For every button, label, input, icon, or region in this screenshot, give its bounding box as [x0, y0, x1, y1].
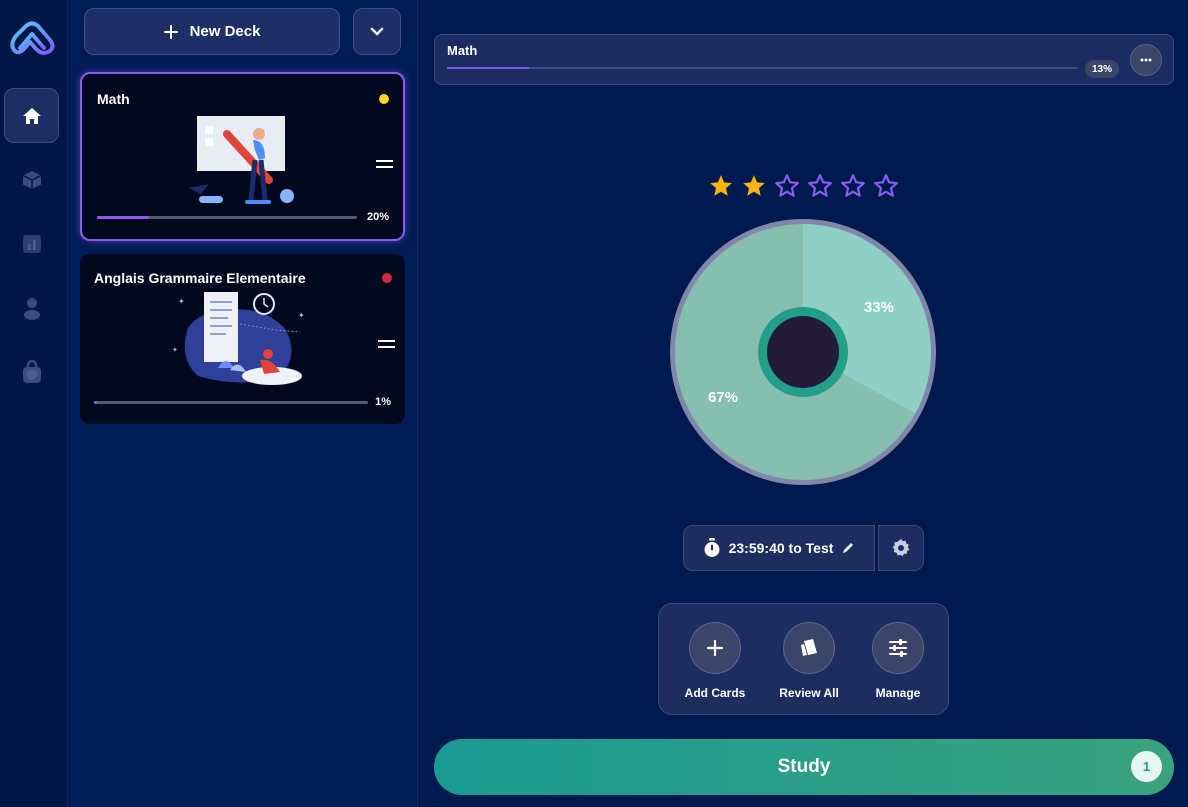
nav-home-button[interactable] — [4, 88, 59, 143]
deck-title: Anglais Grammaire Elementaire — [94, 270, 306, 286]
pencil-icon[interactable] — [841, 541, 855, 555]
deck-progress-label: 20% — [366, 211, 389, 223]
star-rating[interactable] — [708, 173, 899, 199]
cards-icon — [801, 639, 817, 656]
star-empty-icon[interactable] — [807, 173, 833, 199]
nav-stats-button[interactable] — [4, 216, 59, 271]
manage-button[interactable]: Manage — [858, 622, 938, 700]
drag-handle-icon[interactable] — [376, 160, 393, 168]
nav-rail — [0, 0, 68, 807]
new-deck-label: New Deck — [189, 23, 261, 40]
svg-text:✦: ✦ — [178, 297, 185, 306]
plus-icon — [707, 640, 723, 656]
cube-icon — [22, 170, 41, 189]
star-filled-icon[interactable] — [708, 173, 734, 199]
review-all-label: Review All — [779, 686, 839, 700]
study-count-badge: 1 — [1131, 751, 1162, 782]
timer-text: 23:59:40 to Test — [728, 540, 834, 556]
svg-text:✦: ✦ — [172, 346, 178, 354]
gear-icon — [892, 539, 910, 557]
timer-group: 23:59:40 to Test — [683, 525, 924, 571]
nav-security-button[interactable] — [4, 344, 59, 399]
deck-menu-dropdown[interactable] — [353, 8, 401, 55]
home-icon — [22, 107, 41, 124]
grammar-illustration: ✦ ✦ ✦ — [172, 292, 305, 385]
review-all-button[interactable]: Review All — [769, 622, 849, 700]
star-empty-icon[interactable] — [774, 173, 800, 199]
deck-progress-bar — [97, 216, 357, 219]
more-icon — [1140, 58, 1152, 62]
deck-header: Math 13% — [434, 34, 1174, 85]
pie-slice-label: 67% — [708, 389, 739, 406]
main-panel: Math 13% 33% 67% 23:59:40 to Test Add Ca… — [418, 0, 1188, 807]
deck-progress-label: 1% — [375, 396, 391, 408]
deck-card-math[interactable]: Math 20% — [80, 72, 405, 241]
app-logo[interactable] — [6, 18, 58, 62]
math-illustration — [189, 116, 294, 204]
pie-slice-label: 33% — [864, 299, 895, 316]
deck-header-title: Math — [447, 43, 478, 58]
test-timer[interactable]: 23:59:40 to Test — [683, 525, 875, 571]
shield-icon — [22, 359, 41, 383]
new-deck-button[interactable]: New Deck — [84, 8, 340, 55]
add-cards-button[interactable]: Add Cards — [675, 622, 755, 700]
deck-header-progress-label: 13% — [1085, 60, 1119, 78]
chevron-down-icon — [370, 27, 384, 35]
deck-color-dot — [379, 94, 389, 104]
add-cards-label: Add Cards — [684, 686, 746, 700]
deck-progress-bar — [94, 401, 368, 404]
star-empty-icon[interactable] — [873, 173, 899, 199]
sliders-icon — [889, 639, 907, 657]
deck-header-progress-bar — [447, 67, 1077, 69]
deck-title: Math — [97, 91, 130, 107]
stopwatch-icon — [704, 538, 720, 557]
nav-profile-button[interactable] — [4, 280, 59, 335]
study-button[interactable]: Study 1 — [434, 739, 1174, 795]
progress-pie-chart: 33% 67% — [668, 217, 938, 487]
deck-actions-panel: Add Cards Review All Manage — [658, 603, 949, 715]
nav-decks-button[interactable] — [4, 152, 59, 207]
user-icon — [23, 297, 40, 320]
svg-text:✦: ✦ — [298, 311, 305, 320]
study-label: Study — [777, 756, 831, 777]
manage-label: Manage — [875, 686, 921, 700]
timer-settings-button[interactable] — [878, 525, 924, 571]
chart-icon — [22, 234, 41, 253]
deck-card-anglais[interactable]: Anglais Grammaire Elementaire ✦ ✦ ✦ 1% — [80, 254, 405, 424]
deck-color-dot — [382, 273, 392, 283]
more-options-button[interactable] — [1130, 44, 1162, 76]
star-empty-icon[interactable] — [840, 173, 866, 199]
drag-handle-icon[interactable] — [378, 340, 395, 348]
plus-icon — [163, 24, 178, 39]
deck-sidebar: New Deck Math 20% Anglais Grammaire Elem… — [68, 0, 418, 807]
star-filled-icon[interactable] — [741, 173, 767, 199]
